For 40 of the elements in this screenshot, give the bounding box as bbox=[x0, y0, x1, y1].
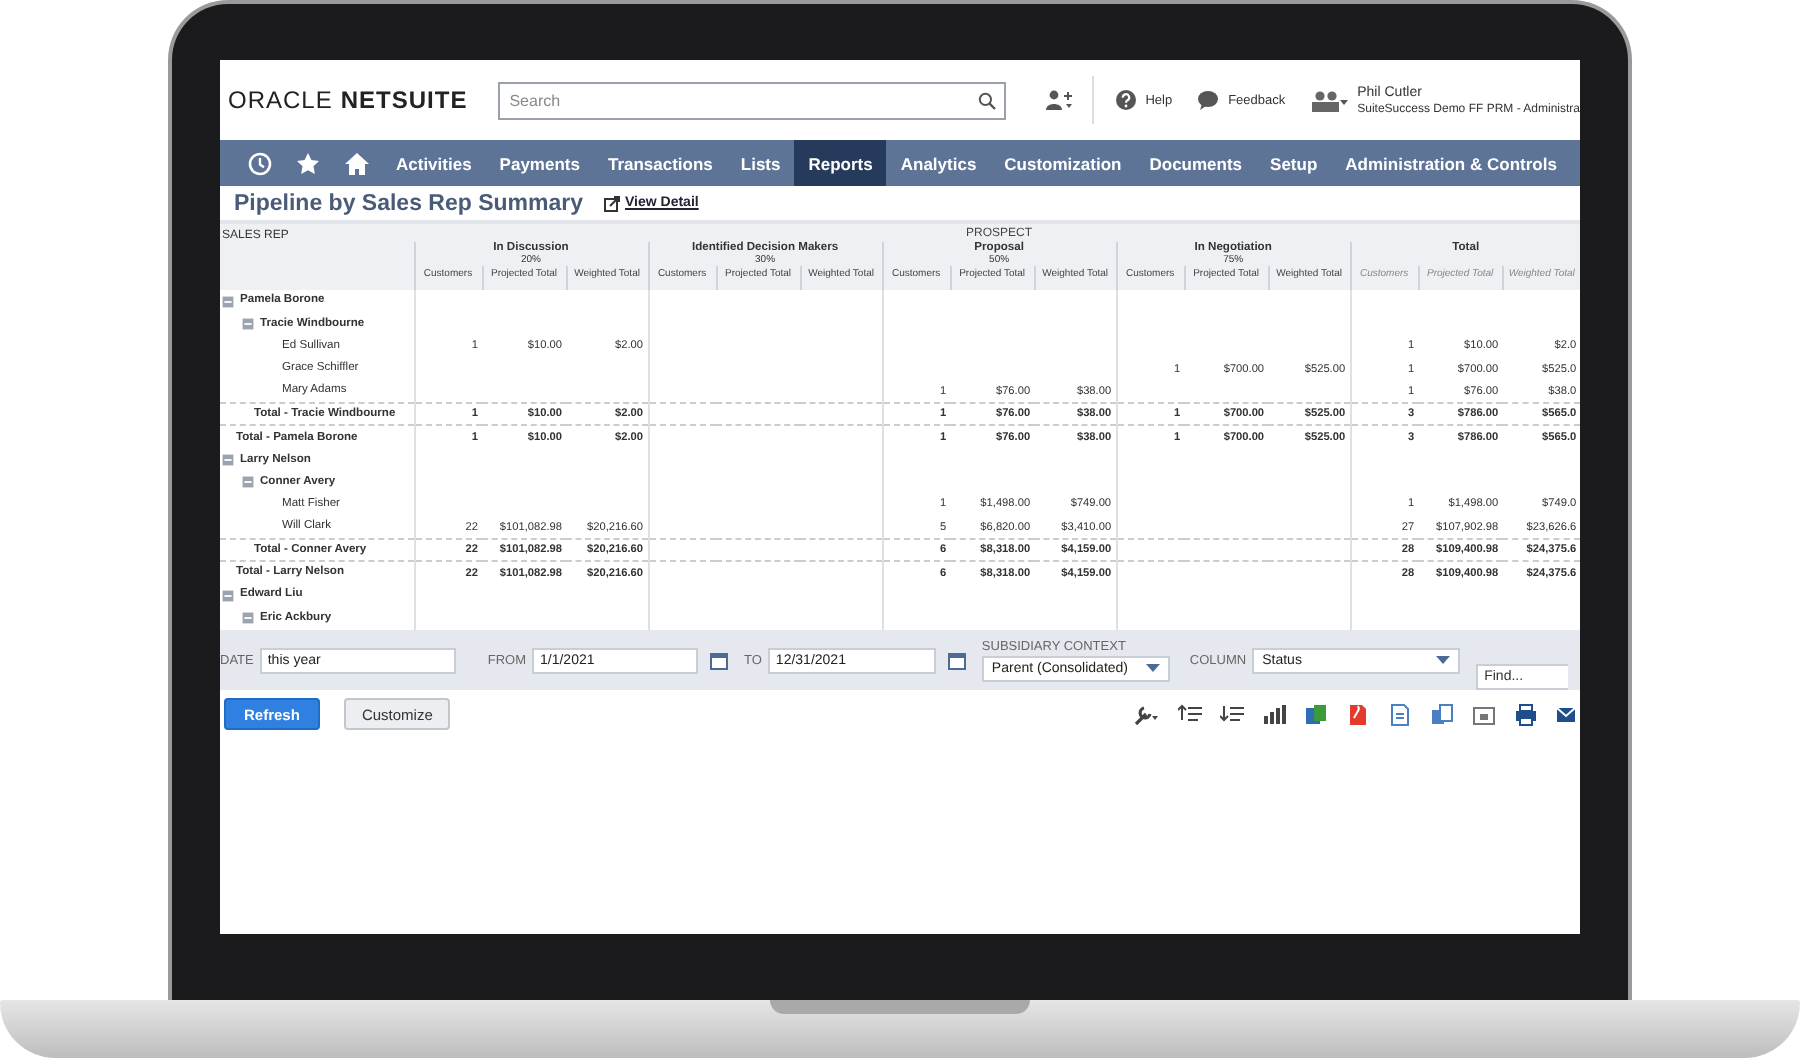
window-icon[interactable] bbox=[1472, 703, 1496, 725]
nav-tab[interactable]: Lists bbox=[726, 140, 795, 186]
collapse-icon[interactable] bbox=[222, 589, 234, 602]
nav-tab[interactable]: Reports bbox=[794, 140, 887, 186]
pdf-icon[interactable] bbox=[1346, 703, 1370, 725]
export-icon[interactable] bbox=[1430, 703, 1454, 725]
person-plus-icon[interactable] bbox=[1045, 90, 1074, 110]
search-icon[interactable] bbox=[977, 91, 996, 109]
collapse-icon[interactable] bbox=[242, 611, 254, 624]
caret-icon bbox=[1145, 664, 1160, 672]
collapse-icon[interactable] bbox=[222, 453, 234, 466]
page-title: Pipeline by Sales Rep Summary bbox=[234, 191, 583, 215]
print-icon[interactable] bbox=[1514, 703, 1538, 725]
nav-tab[interactable]: Setup bbox=[1256, 140, 1332, 186]
people-icon[interactable] bbox=[1311, 89, 1348, 111]
nav-tab[interactable]: Transactions bbox=[593, 140, 727, 186]
calendar-icon[interactable] bbox=[710, 651, 728, 669]
caret-icon bbox=[1436, 656, 1451, 664]
wrench-icon[interactable] bbox=[1132, 703, 1160, 725]
help-icon[interactable] bbox=[1115, 90, 1136, 110]
spreadsheet-icon[interactable] bbox=[1304, 703, 1328, 725]
external-link-icon bbox=[603, 195, 619, 211]
nav-tab[interactable]: Documents bbox=[1135, 140, 1257, 186]
collapse-icon[interactable] bbox=[242, 318, 254, 331]
logo: ORACLE NETSUITE bbox=[228, 86, 470, 114]
collapse-icon[interactable] bbox=[242, 476, 254, 489]
bar-chart-icon[interactable] bbox=[1262, 703, 1286, 725]
email-icon[interactable] bbox=[1556, 703, 1576, 725]
nav-tab[interactable]: Administration & Controls bbox=[1331, 140, 1571, 186]
calendar-icon[interactable] bbox=[947, 651, 966, 669]
search-field[interactable]: Search bbox=[497, 81, 1006, 119]
nav-tab[interactable]: Payments bbox=[485, 140, 594, 186]
nav-tab[interactable]: Activities bbox=[382, 140, 486, 186]
document-icon[interactable] bbox=[1388, 703, 1412, 725]
nav-tab[interactable]: Analytics bbox=[886, 140, 991, 186]
nav-tab[interactable]: Customization bbox=[990, 140, 1136, 186]
collapse-icon[interactable] bbox=[222, 295, 234, 308]
expand-all-icon[interactable] bbox=[1220, 703, 1244, 725]
collapse-all-icon[interactable] bbox=[1178, 703, 1202, 725]
chat-bubble-icon[interactable] bbox=[1198, 90, 1219, 110]
